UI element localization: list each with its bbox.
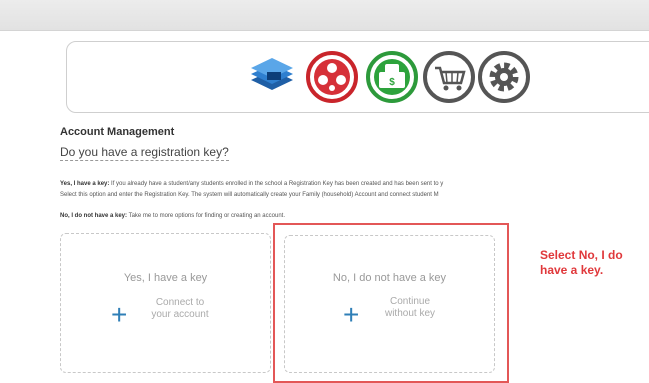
no-info-text: Take me to more options for finding or c… xyxy=(127,213,285,219)
layers-icon[interactable] xyxy=(245,50,299,104)
annotation-line-2: have a key. xyxy=(540,263,604,277)
soccer-ball-icon[interactable] xyxy=(305,50,359,104)
option-yes-sub: Connect to your account xyxy=(141,297,219,321)
option-yes-title: Yes, I have a key xyxy=(123,272,208,284)
no-info-line: No, I do not have a key: Take me to more… xyxy=(60,213,285,219)
svg-text:$: $ xyxy=(389,77,395,88)
annotation-text: Select No, I do have a key. xyxy=(540,248,649,278)
money-icon[interactable]: $ xyxy=(365,50,419,104)
option-yes-sub-line2: your account xyxy=(151,309,209,320)
yes-info-line-2: Select this option and enter the Registr… xyxy=(60,192,439,198)
plus-icon: + xyxy=(111,299,128,330)
gear-icon[interactable] xyxy=(477,50,531,104)
page-title: Account Management xyxy=(60,126,175,138)
yes-info-label: Yes, I have a key: xyxy=(60,181,110,187)
option-yes-key-card[interactable]: Yes, I have a key + Connect to your acco… xyxy=(60,233,271,373)
option-yes-sub-line1: Connect to xyxy=(155,297,205,308)
module-nav-panel: $ xyxy=(66,41,649,113)
no-info-label: No, I do not have a key: xyxy=(60,213,128,219)
browser-top-bar xyxy=(0,0,649,31)
registration-key-question: Do you have a registration key? xyxy=(60,145,229,161)
annotation-line-1: Select No, I do xyxy=(540,248,623,262)
yes-info-text: If you already have a student/any studen… xyxy=(109,181,444,187)
yes-info-line: Yes, I have a key: If you already have a… xyxy=(60,181,443,187)
annotation-highlight-box xyxy=(273,223,509,383)
shopping-cart-icon[interactable] xyxy=(422,50,476,104)
